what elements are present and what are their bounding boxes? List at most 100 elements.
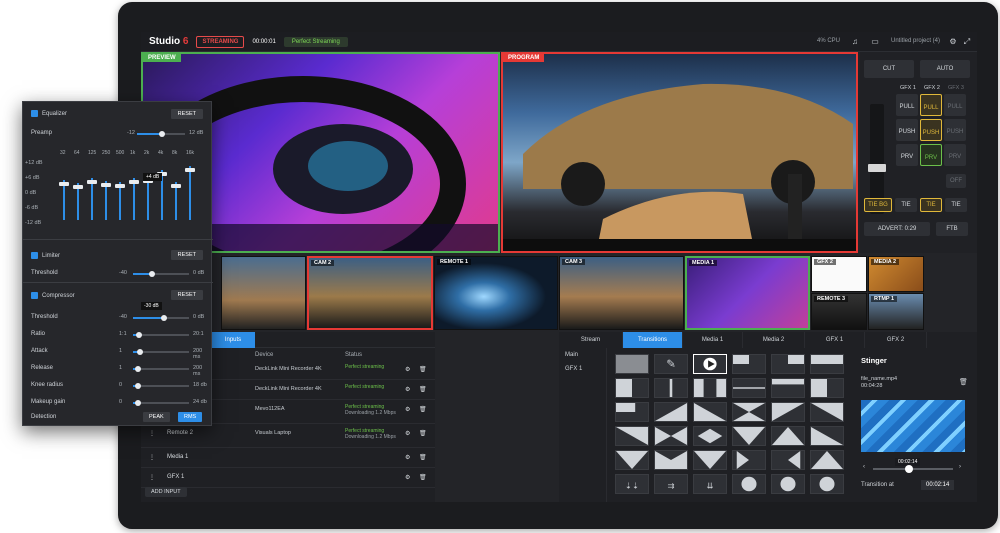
gfx1-push-button[interactable]: PUSH: [896, 119, 918, 141]
prev-frame-icon[interactable]: ‹: [863, 464, 865, 470]
limiter-toggle[interactable]: Limiter: [31, 252, 60, 259]
transition-wipe-tile[interactable]: ⇉: [654, 474, 688, 494]
transition-wipe-tile[interactable]: [771, 474, 805, 494]
auto-button[interactable]: AUTO: [920, 60, 970, 78]
checkbox-icon[interactable]: [31, 292, 38, 299]
inputs-tab[interactable]: Inputs: [211, 332, 255, 348]
limiter-reset-button[interactable]: RESET: [170, 250, 203, 260]
thumb-media-1[interactable]: MEDIA 1: [685, 256, 810, 330]
transition-wipe-tile[interactable]: [615, 450, 649, 470]
target-gfx-1[interactable]: GFX 1: [559, 362, 606, 376]
tie-button-3[interactable]: TIE: [945, 198, 967, 212]
settings-icon[interactable]: ⚙: [405, 386, 410, 393]
limiter-threshold-slider[interactable]: [133, 271, 189, 277]
compressor-param-slider[interactable]: [133, 366, 189, 372]
project-name[interactable]: Untitled project (4): [891, 38, 940, 44]
next-frame-icon[interactable]: ›: [959, 464, 961, 470]
settings-icon[interactable]: ⚙: [405, 430, 410, 437]
transition-wipe-tile[interactable]: [810, 426, 844, 446]
scrubber-handle[interactable]: [905, 465, 913, 473]
add-input-button[interactable]: ADD INPUT: [145, 487, 187, 497]
transition-wipe-tile[interactable]: [810, 378, 844, 398]
compressor-param-slider[interactable]: [133, 332, 189, 338]
advert-button[interactable]: ADVERT: 0:29: [864, 222, 930, 236]
eq-band-knob[interactable]: [87, 180, 97, 184]
tab-transitions[interactable]: Transitions: [623, 332, 683, 348]
transition-wipe-tile[interactable]: [771, 450, 805, 470]
gfx1-pull-button[interactable]: PULL: [896, 94, 918, 116]
transition-wipe-tile[interactable]: [654, 402, 688, 422]
thumb-remote-1[interactable]: REMOTE 1: [434, 256, 558, 330]
transition-wipe-tile[interactable]: [693, 378, 727, 398]
thumb-media-2[interactable]: MEDIA 2: [868, 256, 924, 292]
transition-wipe-tile[interactable]: [810, 402, 844, 422]
transition-wipe-tile[interactable]: [771, 402, 805, 422]
transition-wipe-tile[interactable]: ⇣⇣: [615, 474, 649, 494]
compressor-reset-button[interactable]: RESET: [170, 290, 203, 300]
preamp-slider[interactable]: [137, 131, 185, 137]
headphones-icon[interactable]: ♫: [849, 36, 861, 48]
input-row[interactable]: ⋮ GFX 1 ⚙ 🗑: [141, 468, 435, 488]
settings-icon[interactable]: ⚙: [405, 474, 410, 481]
tab-media-1[interactable]: Media 1: [683, 332, 743, 348]
transition-wipe-tile[interactable]: [693, 426, 727, 446]
compressor-param-slider[interactable]: [133, 400, 189, 406]
settings-icon[interactable]: ⚙: [405, 366, 410, 373]
eq-band-knob[interactable]: [59, 182, 69, 186]
input-row[interactable]: ⋮ Media 1 ⚙ 🗑: [141, 448, 435, 468]
eq-band-knob[interactable]: [129, 180, 139, 184]
transition-wipe-tile[interactable]: [615, 402, 649, 422]
input-row[interactable]: ⋮ Remote 2 Visuals Laptop Perfect stream…: [141, 424, 435, 448]
ftb-button[interactable]: FTB: [936, 222, 968, 236]
trash-icon[interactable]: 🗑: [959, 378, 968, 386]
cut-button[interactable]: CUT: [864, 60, 914, 78]
transition-wipe-tile[interactable]: [732, 354, 766, 374]
transition-wipe-tile[interactable]: [615, 354, 649, 374]
transition-wipe-tile[interactable]: [732, 474, 766, 494]
eq-band-knob[interactable]: [171, 184, 181, 188]
transition-at-input[interactable]: 00:02:14: [921, 480, 955, 490]
transition-wipe-tile[interactable]: [615, 378, 649, 398]
transition-wipe-tile[interactable]: [693, 354, 727, 374]
transition-wipe-tile[interactable]: [732, 426, 766, 446]
tab-media-2[interactable]: Media 2: [743, 332, 805, 348]
transition-wipe-tile[interactable]: [654, 378, 688, 398]
transition-wipe-tile[interactable]: ✎: [654, 354, 688, 374]
gfx2-prv-button[interactable]: PRV: [920, 144, 942, 166]
gear-icon[interactable]: ⚙: [947, 36, 959, 48]
program-monitor[interactable]: PROGRAM: [501, 52, 858, 253]
trash-icon[interactable]: 🗑: [419, 430, 427, 437]
gfx3-prv-button[interactable]: PRV: [944, 144, 966, 166]
transition-wipe-tile[interactable]: [771, 378, 805, 398]
fader-handle[interactable]: [868, 164, 886, 172]
gfx3-push-button[interactable]: PUSH: [944, 119, 966, 141]
thumb-remote-3[interactable]: REMOTE 3: [811, 293, 867, 330]
compressor-toggle[interactable]: Compressor: [31, 292, 75, 299]
transition-wipe-tile[interactable]: [810, 354, 844, 374]
off-button[interactable]: OFF: [946, 174, 966, 188]
rms-button[interactable]: RMS: [178, 412, 203, 422]
tie-bg-button[interactable]: TIE BG: [864, 198, 892, 212]
compressor-param-slider[interactable]: [133, 315, 189, 321]
eq-band-slider[interactable]: [91, 178, 93, 220]
eq-band-knob[interactable]: [185, 168, 195, 172]
tie-button-1[interactable]: TIE: [895, 198, 917, 212]
compressor-param-slider[interactable]: [133, 383, 189, 389]
stinger-scrubber[interactable]: [873, 465, 953, 473]
tab-gfx-1[interactable]: GFX 1: [805, 332, 865, 348]
transition-wipe-tile[interactable]: [693, 450, 727, 470]
thumb-source-0[interactable]: [221, 256, 306, 330]
tab-gfx-2[interactable]: GFX 2: [865, 332, 927, 348]
eq-band-slider[interactable]: [63, 180, 65, 220]
tie-button-2[interactable]: TIE: [920, 198, 942, 212]
trash-icon[interactable]: 🗑: [419, 386, 427, 393]
transition-wipe-tile[interactable]: [732, 378, 766, 398]
transition-wipe-tile[interactable]: [771, 354, 805, 374]
drag-handle-icon[interactable]: ⋮: [149, 454, 155, 461]
equalizer-toggle[interactable]: Equalizer: [31, 110, 67, 117]
transition-wipe-tile[interactable]: ⇊: [693, 474, 727, 494]
streaming-button[interactable]: STREAMING: [196, 35, 245, 48]
trash-icon[interactable]: 🗑: [419, 454, 427, 461]
checkbox-icon[interactable]: [31, 252, 38, 259]
transition-wipe-tile[interactable]: [615, 426, 649, 446]
